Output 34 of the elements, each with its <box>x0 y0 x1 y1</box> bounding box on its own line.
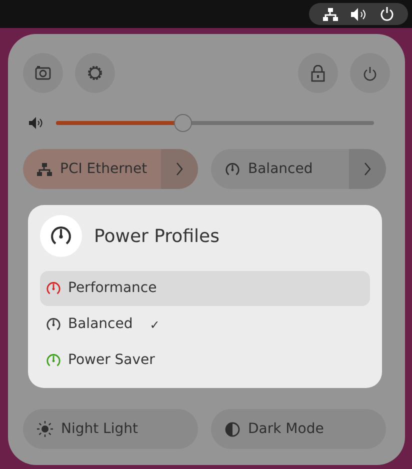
network-icon <box>323 8 338 20</box>
camera-icon <box>35 66 51 80</box>
profile-menu-item[interactable]: Balanced ✓ <box>40 307 370 342</box>
gauge-icon <box>225 162 240 176</box>
toggle-label: PCI Ethernet <box>60 160 148 178</box>
lock-icon <box>311 64 325 82</box>
power-button[interactable] <box>350 53 390 93</box>
network-icon <box>37 162 52 176</box>
quick-toggle[interactable]: Balanced <box>211 149 386 189</box>
chevron-icon <box>364 162 371 176</box>
volume-slider[interactable] <box>56 114 374 132</box>
toggle-label: Night Light <box>61 420 138 438</box>
settings-button[interactable] <box>75 53 115 93</box>
power-icon <box>380 7 394 21</box>
popover-title: Power Profiles <box>94 224 220 248</box>
status-indicators[interactable] <box>309 3 408 25</box>
chevron-icon <box>176 162 183 176</box>
quick-toggle[interactable]: PCI Ethernet <box>23 149 198 189</box>
profile-menu-item[interactable]: Performance <box>40 271 370 306</box>
toggle-label: Balanced <box>248 160 313 178</box>
lock-button[interactable] <box>298 53 338 93</box>
speaker-icon <box>29 117 44 129</box>
profile-menu-item[interactable]: Power Saver <box>40 343 370 378</box>
toggle-label: Dark Mode <box>248 420 324 438</box>
contrast-icon <box>225 422 240 436</box>
check-mark: ✓ <box>150 316 160 334</box>
quick-toggle[interactable]: Dark Mode <box>211 409 386 449</box>
gauge-icon <box>50 225 72 247</box>
screenshot-button[interactable] <box>23 53 63 93</box>
settings-icon <box>86 64 104 82</box>
speaker-icon <box>350 8 367 20</box>
quick-toggle[interactable]: Night Light <box>23 409 198 449</box>
power-icon <box>363 66 377 80</box>
sun-icon <box>37 421 53 437</box>
